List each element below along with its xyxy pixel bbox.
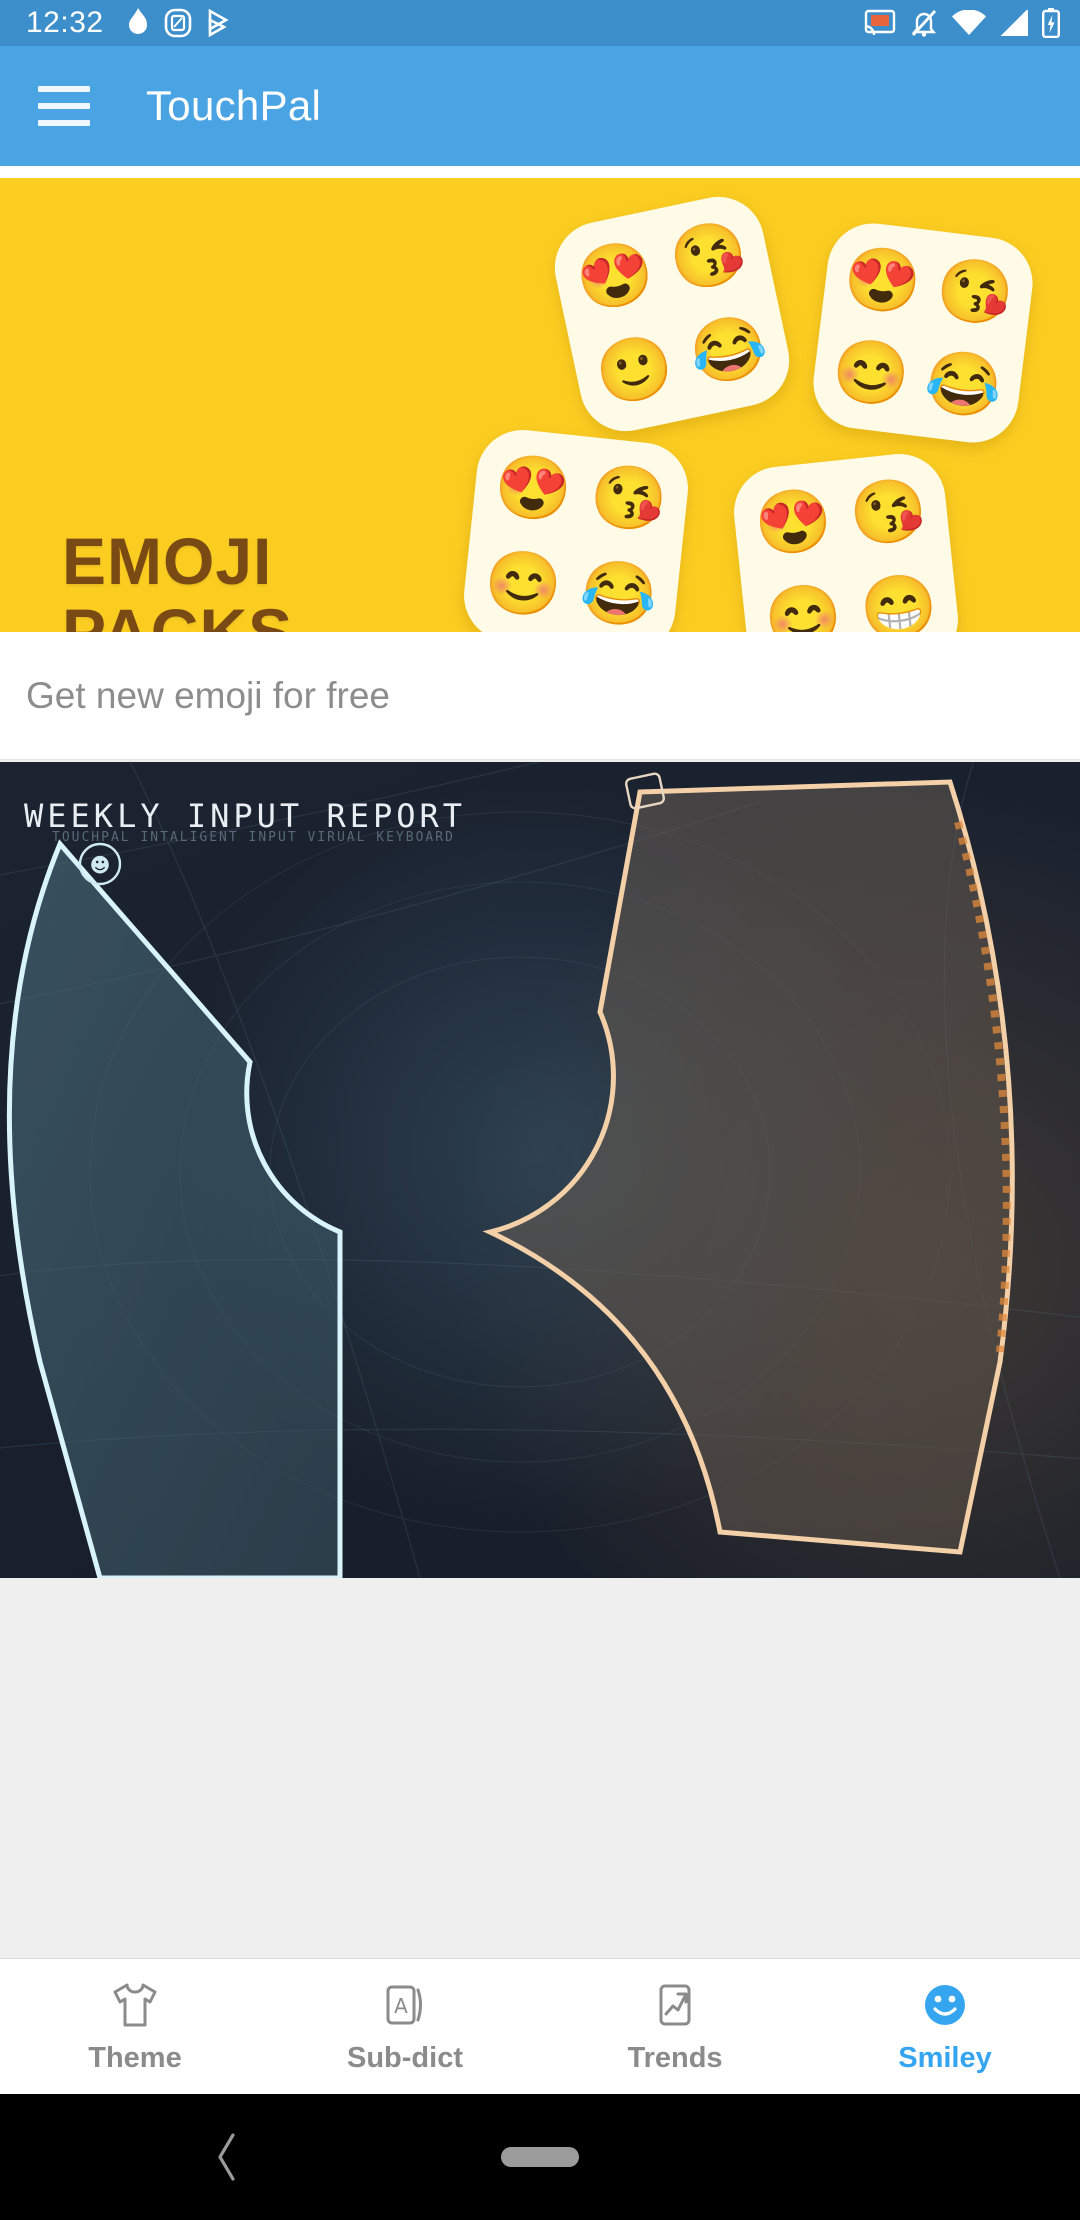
empty-content-area	[0, 1578, 1080, 1958]
emoji-sticker-card: 😍 😘 😊 😁	[729, 449, 963, 632]
status-bar: 12:32	[0, 0, 1080, 46]
emoji-sticker-card: 😍 😘 🙂 😂	[546, 188, 798, 440]
battery-charging-icon	[1042, 8, 1060, 38]
phone-screen: 12:32 TouchPal EMOJI 😍 😘 🙂 😂 😍 😘 😊 😂 😍 😘…	[0, 0, 1080, 2220]
home-pill-icon[interactable]	[501, 2147, 579, 2167]
report-left-panel: ☻	[6, 839, 343, 1578]
emoji-glyph: 😍	[491, 450, 576, 528]
nav-item-sub-dict[interactable]: A Sub-dict	[270, 1959, 540, 2094]
notifications-off-icon	[911, 10, 937, 37]
get-new-emoji-row[interactable]: Get new emoji for free	[0, 632, 1080, 760]
emoji-glyph: 😘	[586, 460, 671, 538]
emoji-glyph: 😂	[576, 555, 661, 632]
emoji-glyph: 😊	[481, 545, 566, 623]
emoji-sticker-card: 😍 😘 😊 😂	[808, 218, 1038, 448]
screenshot-icon	[164, 8, 191, 38]
hamburger-line	[38, 86, 90, 92]
emoji-sticker-card: 😍 😘 😊 😂	[459, 425, 693, 632]
emoji-glyph: 😁	[856, 569, 941, 632]
smiley-face-icon	[919, 1978, 971, 2032]
emoji-glyph: 😂	[683, 308, 774, 393]
tshirt-icon	[109, 1978, 161, 2032]
hamburger-line	[38, 103, 90, 109]
trend-chart-icon	[649, 1978, 701, 2032]
emoji-glyph: 😘	[846, 474, 931, 552]
emoji-packs-banner[interactable]: EMOJI PACKS 😍 😘 🙂 😂 😍 😘 😊 😂 😍 😘 😊 😂 😍 😘 …	[0, 178, 1080, 632]
back-chevron-icon[interactable]	[212, 2130, 242, 2184]
svg-text:A: A	[394, 1994, 408, 2018]
nav-label: Trends	[627, 2042, 723, 2074]
status-bar-clock: 12:32	[26, 6, 104, 39]
emoji-glyph: 😊	[761, 579, 846, 632]
hamburger-menu-icon[interactable]	[38, 86, 90, 126]
bottom-navigation-bar: Theme A Sub-dict Trends Smiley	[0, 1958, 1080, 2094]
nav-label: Theme	[88, 2042, 182, 2074]
report-subtitle: TOUCHPAL INTALIGENT INPUT VIRUAL KEYBOAR…	[52, 830, 455, 845]
cellular-signal-icon	[1000, 10, 1028, 36]
emoji-glyph: 🙂	[589, 328, 680, 413]
emoji-glyph: 😘	[663, 214, 754, 299]
wifi-icon	[952, 10, 986, 35]
emoji-glyph: 😍	[840, 241, 926, 320]
nav-item-theme[interactable]: Theme	[0, 1959, 270, 2094]
get-new-emoji-label: Get new emoji for free	[26, 674, 390, 716]
play-store-icon	[208, 8, 229, 38]
nav-item-smiley[interactable]: Smiley	[810, 1959, 1080, 2094]
flame-icon	[128, 8, 147, 34]
emoji-glyph: 😊	[828, 334, 914, 412]
app-bar-divider	[0, 166, 1080, 178]
report-right-panel	[482, 772, 1015, 1555]
nav-item-trends[interactable]: Trends	[540, 1959, 810, 2094]
emoji-glyph: 😍	[751, 484, 836, 562]
emoji-glyph: 😘	[932, 253, 1018, 331]
emoji-glyph: 😂	[921, 345, 1007, 424]
emoji-glyph: 😍	[570, 234, 660, 319]
weekly-input-report-card[interactable]: ☻ TYPE MORE EMOJI TO UNLOCK EMOJI DATA 😁…	[0, 762, 1080, 1578]
emoji-packs-title: EMOJI PACKS	[62, 524, 292, 632]
nav-label: Sub-dict	[347, 2042, 463, 2074]
app-bar: TouchPal	[0, 46, 1080, 166]
cast-icon	[864, 9, 896, 36]
nav-label: Smiley	[898, 2042, 992, 2074]
status-bar-notification-icons	[126, 8, 232, 38]
svg-text:☻: ☻	[90, 853, 111, 877]
letter-card-icon: A	[379, 1978, 431, 2032]
status-bar-system-icons	[864, 8, 1060, 38]
app-title: TouchPal	[146, 82, 322, 129]
hamburger-line	[38, 120, 90, 126]
system-navigation-bar	[0, 2094, 1080, 2220]
